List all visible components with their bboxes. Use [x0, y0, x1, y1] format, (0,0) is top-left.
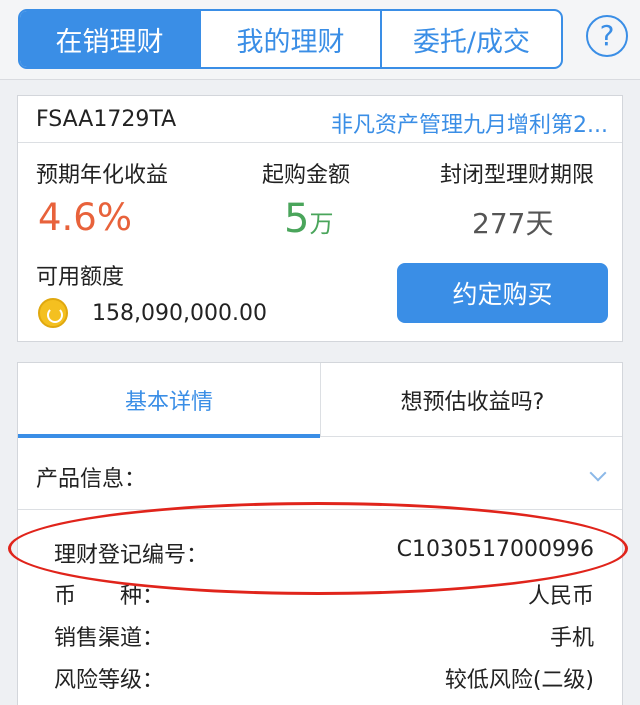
min-purchase-unit: 万: [309, 210, 334, 238]
scheduled-purchase-button[interactable]: 约定购买: [397, 263, 608, 323]
min-purchase-label: 起购金额: [262, 163, 351, 188]
divider: [18, 509, 622, 510]
coin-icon: [38, 298, 68, 328]
info-row-registration: 理财登记编号： C1030517000996: [54, 537, 594, 569]
row-label: 风险等级：: [54, 668, 165, 693]
product-code: FSAA1729TA: [36, 107, 177, 132]
tab-orders[interactable]: 委托/成交: [382, 11, 561, 67]
row-label: 销售渠道：: [54, 626, 165, 651]
available-quota-label: 可用额度: [36, 265, 125, 290]
help-icon[interactable]: ?: [586, 15, 628, 57]
term-value: 277天: [472, 207, 554, 240]
product-info-heading[interactable]: 产品信息：: [36, 461, 146, 493]
row-label: 币 种：: [54, 584, 165, 609]
row-value: 人民币: [527, 584, 594, 609]
tab-estimate-earnings[interactable]: 想预估收益吗?: [321, 363, 624, 437]
tab-on-sale[interactable]: 在销理财: [20, 11, 201, 67]
tab-my-finance[interactable]: 我的理财: [201, 11, 382, 67]
row-label: 理财登记编号：: [54, 543, 209, 568]
top-bar: 在销理财 我的理财 委托/成交 ?: [0, 0, 640, 80]
row-value: 手机: [549, 626, 594, 651]
min-purchase-value: 5万: [284, 196, 333, 242]
product-card: FSAA1729TA 非凡资产管理九月增利第2... 预期年化收益 起购金额 封…: [17, 95, 623, 342]
available-quota-value: 158,090,000.00: [92, 301, 267, 326]
product-name-link[interactable]: 非凡资产管理九月增利第2...: [308, 107, 608, 139]
segmented-tabs: 在销理财 我的理财 委托/成交: [18, 9, 563, 69]
info-row-channel: 销售渠道： 手机: [54, 620, 594, 652]
rate-label: 预期年化收益: [36, 163, 169, 188]
info-row-currency: 币 种： 人民币: [54, 578, 594, 610]
details-panel: 基本详情 想预估收益吗? 产品信息： 理财登记编号： C103051700099…: [17, 362, 623, 705]
tab-basic-details[interactable]: 基本详情: [18, 363, 321, 438]
term-label: 封闭型理财期限: [440, 163, 595, 188]
chevron-down-icon[interactable]: [589, 464, 607, 482]
row-value: C1030517000996: [396, 537, 594, 562]
row-value: 较低风险(二级): [444, 668, 594, 693]
info-row-risk: 风险等级： 较低风险(二级): [54, 662, 594, 694]
expected-rate: 4.6%: [38, 196, 132, 239]
product-header: FSAA1729TA 非凡资产管理九月增利第2...: [18, 96, 622, 143]
details-tabs: 基本详情 想预估收益吗?: [18, 363, 624, 438]
product-detail-page: 在销理财 我的理财 委托/成交 ? FSAA1729TA 非凡资产管理九月增利第…: [0, 0, 640, 705]
min-purchase-number: 5: [284, 196, 310, 242]
